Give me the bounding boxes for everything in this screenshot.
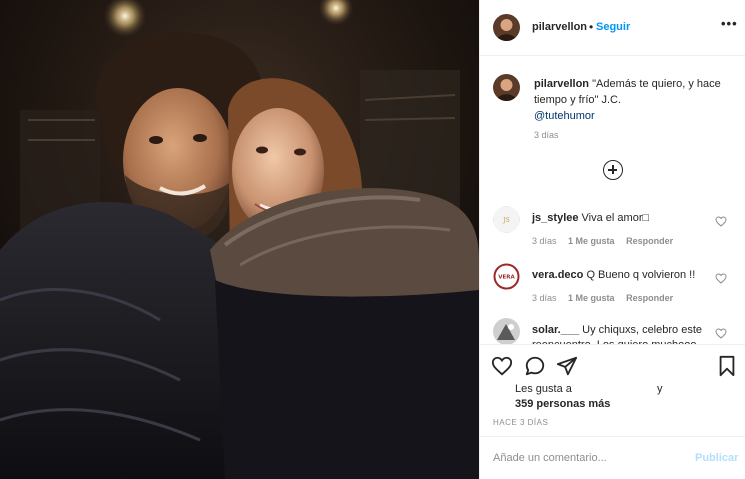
comment-item: solar.___ Uy chiquxs, celebro este reenc… [480,318,745,344]
comment-body: Viva el amor□ [581,212,650,224]
comment-item: JS js_stylee Viva el amor□ 3 días 1 Me g… [480,206,745,262]
likes-conjunction-text: y [657,383,663,395]
add-comment-bar: Añade un comentario... Publicar [480,436,745,479]
caption-mention-link[interactable]: @tutehumor [534,110,595,122]
commenter-avatar[interactable] [493,318,520,344]
like-heart-icon[interactable] [491,355,513,377]
comment-heart-icon[interactable] [715,328,727,339]
commenter-avatar[interactable]: VERA [493,263,520,290]
load-more-comments-icon[interactable] [603,160,623,180]
comment-heart-icon[interactable] [715,216,727,227]
caption-text-block: pilarvellon "Además te quiero, y hace ti… [534,76,734,124]
caption-timestamp: 3 días [534,130,559,140]
likes-count-link[interactable]: 359 personas más [515,398,610,410]
author-avatar[interactable] [493,14,520,41]
comment-text-line: vera.deco Q Bueno q volvieron !! [532,268,712,283]
commenter-username-link[interactable]: vera.deco [532,269,583,281]
caption-author-avatar[interactable] [493,74,520,101]
follow-button[interactable]: Seguir [596,21,630,33]
separator-dot: • [589,20,594,34]
comment-body: Q Bueno q volvieron !! [586,269,696,281]
post-photo[interactable] [0,0,479,479]
comment-bubble-icon[interactable] [524,355,546,377]
share-paper-plane-icon[interactable] [556,355,578,377]
comment-likes-link[interactable]: 1 Me gusta [568,293,615,303]
reply-button[interactable]: Responder [626,293,673,303]
comment-timestamp: 3 días [532,236,557,246]
post-actions-bar: Les gusta a y 359 personas más HACE 3 DÍ… [480,344,745,434]
comment-meta: 3 días 1 Me gusta Responder [532,293,682,303]
comment-meta: 3 días 1 Me gusta Responder [532,236,682,246]
commenter-avatar[interactable]: JS [493,206,520,233]
comment-heart-icon[interactable] [715,273,727,284]
post-header: pilarvellon • Seguir ••• [480,0,745,56]
caption-username-link[interactable]: pilarvellon [534,78,589,90]
comment-timestamp: 3 días [532,293,557,303]
instagram-post-modal: pilarvellon • Seguir ••• pilarvellon "Ad… [0,0,745,479]
comment-item: VERA vera.deco Q Bueno q volvieron !! 3 … [480,263,745,319]
svg-text:JS: JS [502,217,510,224]
likes-summary-line1: Les gusta a y [515,383,663,395]
photo-couple-selfie-image [0,0,479,479]
comment-text-line: solar.___ Uy chiquxs, celebro este reenc… [532,323,712,344]
post-age-timestamp: HACE 3 DÍAS [493,418,549,427]
comments-list[interactable]: JS js_stylee Viva el amor□ 3 días 1 Me g… [480,196,745,344]
likes-prefix-text: Les gusta a [515,383,572,395]
more-options-icon[interactable]: ••• [721,16,738,31]
reply-button[interactable]: Responder [626,236,673,246]
publish-button[interactable]: Publicar [695,452,738,464]
commenter-username-link[interactable]: solar.___ [532,324,579,336]
add-comment-input[interactable]: Añade un comentario... [493,452,607,464]
commenter-username-link[interactable]: js_stylee [532,212,578,224]
comment-text-line: js_stylee Viva el amor□ [532,211,712,226]
author-username-link[interactable]: pilarvellon [532,21,587,33]
post-side-panel: pilarvellon • Seguir ••• pilarvellon "Ad… [479,0,745,479]
comment-likes-link[interactable]: 1 Me gusta [568,236,615,246]
save-bookmark-icon[interactable] [716,355,738,377]
svg-text:VERA: VERA [498,275,515,281]
